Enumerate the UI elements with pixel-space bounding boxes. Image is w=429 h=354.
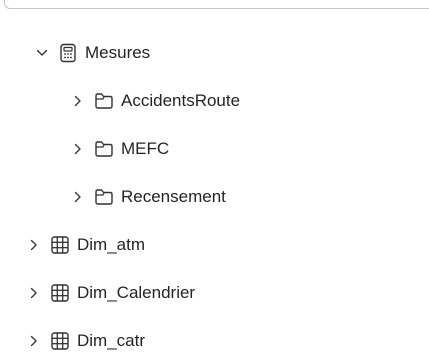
folder-icon	[93, 90, 115, 112]
fields-pane: Mesures AccidentsRoute MEFC Recensement …	[0, 0, 429, 354]
tree-item-table-dim-calendrier[interactable]: Dim_Calendrier	[26, 273, 195, 313]
pane-top-border	[4, 0, 429, 9]
tree-item-folder-accidentsroute[interactable]: AccidentsRoute	[70, 81, 240, 121]
tree-item-label: MEFC	[121, 139, 170, 158]
tree-item-label: Dim_catr	[77, 331, 146, 350]
table-icon	[49, 282, 71, 304]
chevron-right-icon[interactable]	[26, 285, 42, 301]
chevron-right-icon[interactable]	[70, 189, 86, 205]
tree-item-table-dim-catr[interactable]: Dim_catr	[26, 321, 145, 354]
tree-item-label: Dim_atm	[77, 235, 146, 254]
calculator-icon	[57, 42, 79, 64]
folder-icon	[93, 138, 115, 160]
tree-item-folder-recensement[interactable]: Recensement	[70, 177, 226, 217]
table-icon	[49, 330, 71, 352]
tree-item-label: AccidentsRoute	[121, 91, 241, 110]
table-icon	[49, 234, 71, 256]
tree-item-label: Dim_Calendrier	[77, 283, 196, 302]
tree-item-label: Mesures	[85, 43, 151, 62]
chevron-right-icon[interactable]	[26, 333, 42, 349]
chevron-right-icon[interactable]	[70, 93, 86, 109]
tree-item-folder-mefc[interactable]: MEFC	[70, 129, 169, 169]
folder-icon	[93, 186, 115, 208]
tree-item-label: Recensement	[121, 187, 226, 206]
tree-item-table-dim-atm[interactable]: Dim_atm	[26, 225, 145, 265]
chevron-right-icon[interactable]	[70, 141, 86, 157]
chevron-down-icon[interactable]	[34, 45, 50, 61]
chevron-right-icon[interactable]	[26, 237, 42, 253]
tree-item-mesures[interactable]: Mesures	[34, 33, 150, 73]
